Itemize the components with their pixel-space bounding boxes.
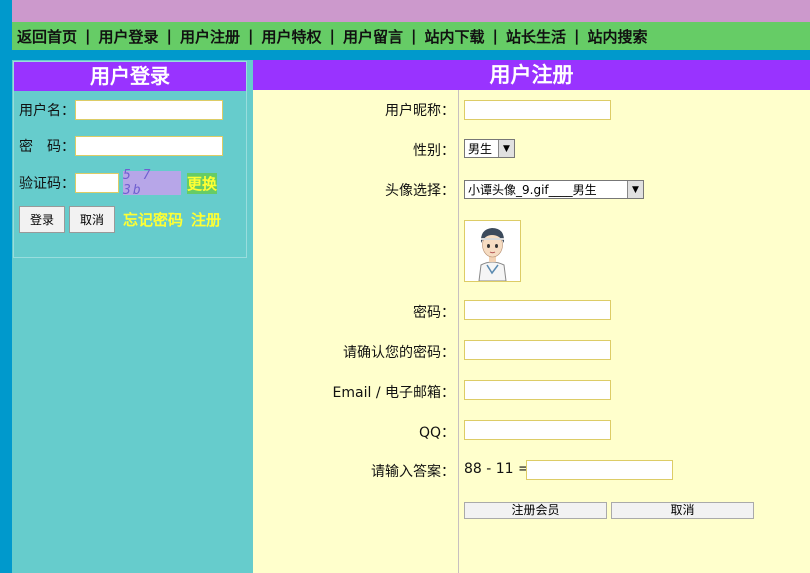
username-row: 用户名：	[19, 100, 223, 120]
nav-messages[interactable]: 用户留言	[343, 26, 403, 47]
confirm-password-label: 请确认您的密码：	[343, 345, 455, 361]
register-link[interactable]: 注册	[191, 209, 221, 230]
nav-separator: |	[411, 27, 417, 45]
forgot-password-link[interactable]: 忘记密码	[123, 209, 183, 230]
register-submit-button[interactable]: 注册会员	[464, 502, 607, 519]
nav-separator: |	[492, 27, 498, 45]
captcha-image: 5 7 3b	[123, 168, 181, 198]
confirm-password-input[interactable]	[464, 340, 611, 360]
captcha-row: 验证码： 5 7 3b 更换	[19, 168, 218, 198]
nav-home[interactable]: 返回首页	[17, 26, 77, 47]
answer-input[interactable]	[526, 460, 673, 480]
gender-select[interactable]: 男生 ▼	[464, 139, 515, 158]
gender-select-value: 男生	[468, 142, 493, 156]
email-input[interactable]	[464, 380, 611, 400]
qq-input[interactable]	[464, 420, 611, 440]
chevron-down-icon: ▼	[498, 140, 514, 157]
nav-separator: |	[85, 27, 91, 45]
avatar-person-icon	[465, 221, 520, 282]
register-title: 用户注册	[253, 60, 810, 90]
nav-separator: |	[248, 27, 254, 45]
login-cancel-button[interactable]: 取消	[69, 206, 116, 233]
captcha-input[interactable]	[75, 173, 119, 193]
login-button[interactable]: 登录	[19, 206, 66, 233]
captcha-refresh-link[interactable]: 更换	[187, 172, 218, 194]
password-label: 密码：	[413, 305, 455, 321]
math-question: 88 - 11 =	[464, 461, 530, 477]
nav-separator: |	[574, 27, 580, 45]
username-label: 用户名：	[19, 103, 75, 119]
login-actions: 登录 取消 忘记密码 注册	[19, 206, 221, 233]
main-nav: 返回首页 | 用户登录 | 用户注册 | 用户特权 | 用户留言 | 站内下载 …	[12, 22, 810, 50]
captcha-label: 验证码：	[19, 176, 75, 192]
nav-owner-life[interactable]: 站长生活	[506, 26, 566, 47]
answer-label: 请输入答案：	[371, 464, 455, 480]
register-cancel-button[interactable]: 取消	[611, 502, 754, 519]
nav-privileges[interactable]: 用户特权	[262, 26, 322, 47]
email-label: Email / 电子邮箱：	[332, 385, 455, 401]
chevron-down-icon: ▼	[627, 181, 643, 198]
avatar-select-value: 小谭头像_9.gif____男生	[468, 183, 597, 197]
nickname-input[interactable]	[464, 100, 611, 120]
avatar-select[interactable]: 小谭头像_9.gif____男生 ▼	[464, 180, 644, 199]
avatar-label: 头像选择：	[385, 183, 455, 199]
nav-underline-strip	[12, 50, 810, 60]
password-row: 密 码：	[19, 136, 223, 156]
left-stripe	[0, 0, 12, 573]
gender-label: 性别：	[413, 143, 455, 159]
nav-search[interactable]: 站内搜索	[588, 26, 648, 47]
username-input[interactable]	[75, 100, 223, 120]
nav-register[interactable]: 用户注册	[180, 26, 240, 47]
password-label: 密 码：	[19, 139, 75, 155]
nickname-label: 用户昵称：	[385, 103, 455, 119]
nav-login[interactable]: 用户登录	[99, 26, 159, 47]
nav-downloads[interactable]: 站内下载	[425, 26, 485, 47]
login-panel: 用户登录 用户名： 密 码： 验证码： 5 7 3b 更换 登录 取消 忘记密码…	[13, 61, 247, 258]
form-divider	[458, 90, 459, 573]
register-password-input[interactable]	[464, 300, 611, 320]
nav-separator: |	[166, 27, 172, 45]
login-title: 用户登录	[14, 62, 246, 91]
qq-label: QQ：	[418, 425, 455, 441]
avatar-preview	[464, 220, 521, 282]
nav-separator: |	[329, 27, 335, 45]
top-banner	[12, 0, 810, 22]
password-input[interactable]	[75, 136, 223, 156]
